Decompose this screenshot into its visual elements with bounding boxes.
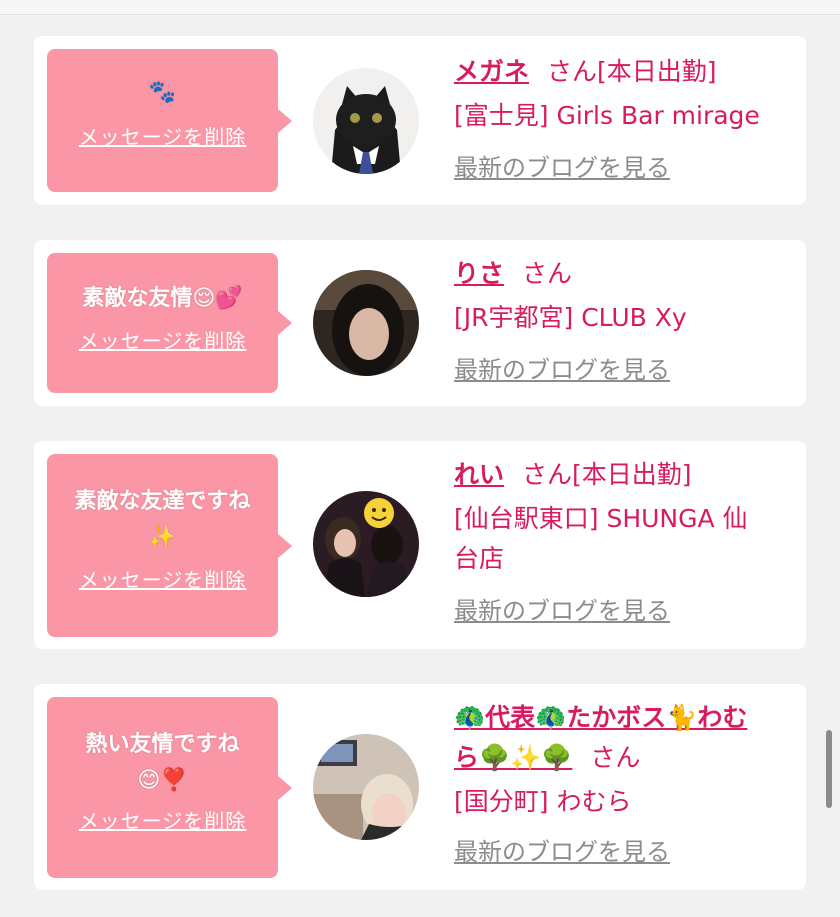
top-divider — [0, 0, 840, 15]
friend-info: 🦚代表🦚たかボス🐈わむ ら🌳✨🌳 さん [国分町] わむら 最新のブログを見る — [454, 696, 792, 874]
friend-name-link[interactable]: れい — [454, 460, 504, 489]
honorific: さん — [522, 460, 573, 489]
avatar[interactable] — [313, 270, 419, 376]
blog-link[interactable]: 最新のブログを見る — [454, 589, 792, 633]
message-text: 🐾 — [148, 80, 177, 105]
shop-name-line2: 台店 — [454, 544, 505, 573]
friend-name-link[interactable]: りさ — [454, 259, 504, 288]
scrollbar[interactable] — [826, 730, 832, 808]
delete-message-link[interactable]: メッセージを削除 — [47, 805, 278, 834]
avatar[interactable] — [313, 734, 419, 840]
friend-info: りさ さん [JR宇都宮] CLUB Xy 最新のブログを見る — [454, 252, 792, 392]
message-text-line2: ✨ — [148, 525, 177, 550]
shop-name: [富士見] Girls Bar mirage — [454, 101, 760, 130]
friend-card: 🐾 メッセージを削除 メガネ さん[本日出勤] [富士見] Girls Bar m… — [34, 36, 806, 205]
blog-link[interactable]: 最新のブログを見る — [454, 348, 792, 392]
friend-card: 熱い友情ですね 😊❣️ メッセージを削除 🦚代表🦚たかボス🐈わむ ら🌳✨🌳 さん … — [34, 684, 806, 890]
friend-info: メガネ さん[本日出勤] [富士見] Girls Bar mirage 最新のブロ… — [454, 50, 792, 190]
friend-name-link-line2[interactable]: ら🌳✨🌳 — [454, 743, 572, 772]
message-bubble: 🐾 メッセージを削除 — [47, 49, 292, 192]
message-text: 熱い友情ですね — [85, 732, 240, 757]
delete-message-link[interactable]: メッセージを削除 — [47, 325, 278, 354]
shop-name: [JR宇都宮] CLUB Xy — [454, 303, 687, 332]
message-bubble: 素敵な友情😌💕 メッセージを削除 — [47, 253, 292, 393]
message-text: 素敵な友情😌💕 — [82, 286, 243, 311]
honorific: さん — [547, 57, 598, 86]
honorific: さん — [522, 259, 573, 288]
friend-card: 素敵な友情😌💕 メッセージを削除 りさ さん [JR宇都宮] CLUB Xy 最新… — [34, 240, 806, 406]
shop-name: [国分町] わむら — [454, 787, 632, 816]
message-text: 素敵な友達ですね — [74, 489, 251, 514]
shop-name: [仙台駅東口] SHUNGA 仙 — [454, 504, 748, 533]
friend-info: れい さん[本日出勤] [仙台駅東口] SHUNGA 仙 台店 最新のブログを見る — [454, 453, 792, 633]
blog-link[interactable]: 最新のブログを見る — [454, 146, 792, 190]
message-bubble: 熱い友情ですね 😊❣️ メッセージを削除 — [47, 697, 292, 878]
avatar[interactable] — [313, 491, 419, 597]
message-text-line2: 😊❣️ — [137, 768, 188, 793]
work-status: [本日出勤] — [597, 57, 717, 86]
honorific: さん — [590, 743, 641, 772]
friend-card: 素敵な友達ですね ✨ メッセージを削除 れい さん[本日出勤] [仙台駅東口] S… — [34, 441, 806, 649]
avatar[interactable] — [313, 68, 419, 174]
delete-message-link[interactable]: メッセージを削除 — [47, 564, 278, 593]
friend-name-link[interactable]: 🦚代表🦚たかボス🐈わむ — [454, 703, 747, 732]
message-bubble: 素敵な友達ですね ✨ メッセージを削除 — [47, 454, 292, 637]
work-status: [本日出勤] — [572, 460, 692, 489]
blog-link[interactable]: 最新のブログを見る — [454, 830, 792, 874]
delete-message-link[interactable]: メッセージを削除 — [47, 121, 278, 150]
friend-name-link[interactable]: メガネ — [454, 57, 529, 86]
